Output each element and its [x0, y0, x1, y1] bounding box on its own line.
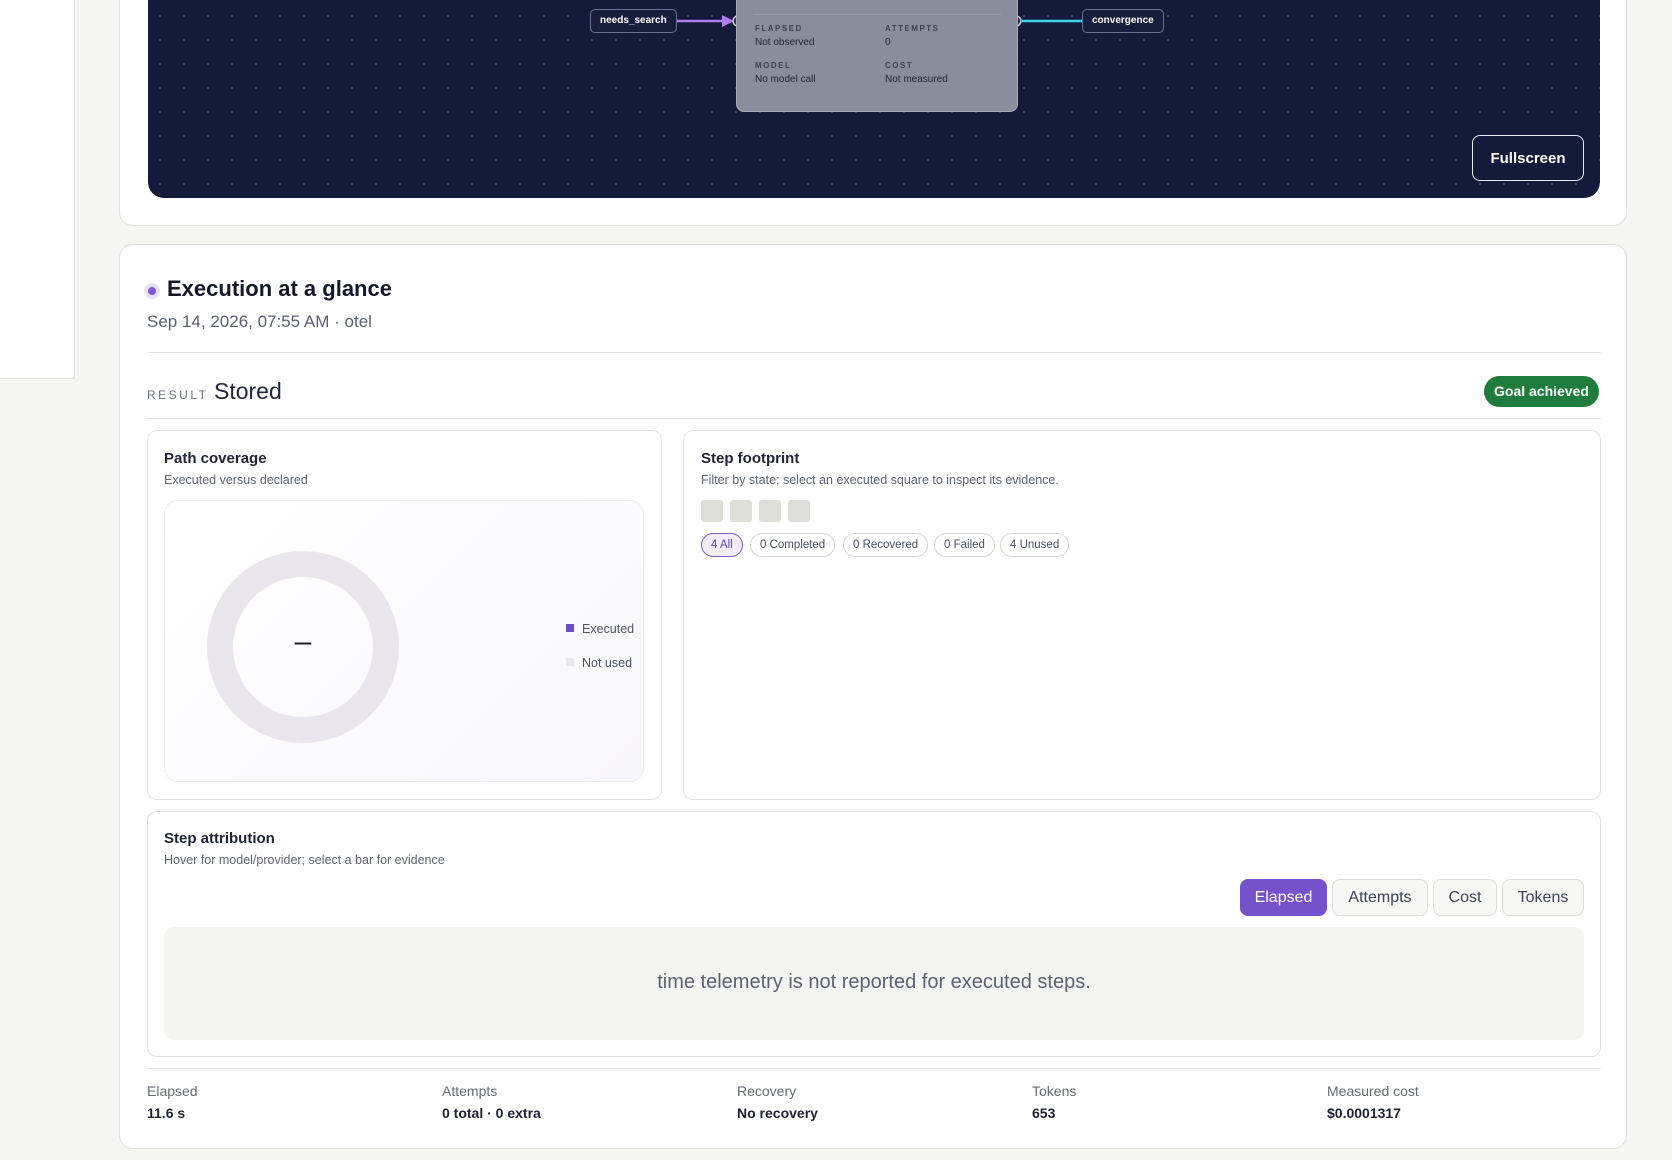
- step-square[interactable]: [788, 500, 810, 522]
- metric-value: Not measured: [885, 74, 948, 85]
- metric-label: COST: [885, 61, 914, 70]
- graph-canvas[interactable]: needs_search convergence FLAPSED Not obs…: [148, 0, 1600, 198]
- edge-arrowhead: [722, 15, 734, 27]
- stat-label: Measured cost: [1327, 1083, 1419, 1099]
- metric-value: Not observed: [755, 37, 815, 48]
- selected-node-card[interactable]: FLAPSED Not observed ATTEMPTS 0 MODEL No…: [736, 0, 1018, 112]
- node-card-divider: [753, 14, 1001, 15]
- legend-swatch: [566, 658, 574, 666]
- stat-tokens: Tokens 653: [1032, 1083, 1076, 1121]
- donut-chart: [207, 551, 399, 743]
- metric-label: FLAPSED: [755, 24, 803, 33]
- path-coverage-subtitle: Executed versus declared: [164, 473, 308, 487]
- divider: [147, 418, 1601, 419]
- result-value: Stored: [214, 378, 282, 404]
- metric-label: ATTEMPTS: [885, 24, 940, 33]
- divider: [147, 1068, 1601, 1069]
- step-square[interactable]: [701, 500, 723, 522]
- tab-cost[interactable]: Cost: [1433, 879, 1497, 916]
- divider: [147, 352, 1601, 353]
- stat-label: Recovery: [737, 1083, 797, 1099]
- status-badge: Goal achieved: [1484, 376, 1599, 407]
- tab-attempts[interactable]: Attempts: [1332, 879, 1428, 916]
- step-square[interactable]: [730, 500, 752, 522]
- stat-elapsed: Elapsed 11.6 s: [147, 1083, 198, 1121]
- step-footprint-title: Step footprint: [701, 450, 800, 467]
- page-title: Execution at a glance: [167, 276, 392, 301]
- stat-label: Attempts: [442, 1083, 498, 1099]
- legend-executed: Executed: [566, 622, 634, 636]
- node-convergence[interactable]: convergence: [1082, 9, 1164, 33]
- stat-label: Elapsed: [147, 1083, 198, 1099]
- step-attribution-subtitle: Hover for model/provider; select a bar f…: [164, 853, 445, 867]
- legend-swatch: [566, 624, 574, 632]
- node-metric-cost: COST Not measured: [885, 61, 948, 85]
- stat-measured-cost: Measured cost $0.0001317: [1327, 1083, 1419, 1121]
- donut-chart-area: – Executed Not used: [164, 500, 644, 782]
- stat-value: 653: [1032, 1105, 1056, 1121]
- step-footprint-subtitle: Filter by state; select an executed squa…: [701, 473, 1059, 487]
- legend-not-used: Not used: [566, 656, 632, 670]
- node-metric-attempts: ATTEMPTS 0: [885, 24, 940, 48]
- node-metric-elapsed: FLAPSED Not observed: [755, 24, 814, 48]
- step-attribution-title: Step attribution: [164, 830, 275, 847]
- execution-timestamp: Sep 14, 2026, 07:55 AM · otel: [147, 312, 372, 331]
- fullscreen-button[interactable]: Fullscreen: [1472, 135, 1584, 181]
- left-sidebar: [0, 0, 75, 379]
- stat-recovery: Recovery No recovery: [737, 1083, 818, 1121]
- filter-chip-recovered[interactable]: 0 Recovered: [843, 533, 929, 557]
- stat-value: 0 total · 0 extra: [442, 1105, 541, 1121]
- metric-label: MODEL: [755, 61, 792, 70]
- stat-value: No recovery: [737, 1105, 818, 1121]
- stat-value: 11.6 s: [147, 1105, 186, 1121]
- donut-center-value: –: [294, 625, 312, 658]
- stat-attempts: Attempts 0 total · 0 extra: [442, 1083, 541, 1121]
- empty-state-message: time telemetry is not reported for execu…: [657, 971, 1091, 993]
- tab-elapsed[interactable]: Elapsed: [1240, 879, 1327, 916]
- metric-value: No model call: [755, 74, 816, 85]
- stat-label: Tokens: [1032, 1083, 1077, 1099]
- metric-value: 0: [885, 37, 891, 48]
- stat-value: $0.0001317: [1327, 1105, 1401, 1121]
- result-label: RESULT: [147, 388, 209, 402]
- filter-chip-unused[interactable]: 4 Unused: [1000, 533, 1070, 557]
- empty-state: time telemetry is not reported for execu…: [164, 927, 1584, 1040]
- path-coverage-title: Path coverage: [164, 450, 267, 467]
- legend-label: Not used: [582, 656, 633, 670]
- filter-chip-completed[interactable]: 0 Completed: [750, 533, 836, 557]
- filter-chip-failed[interactable]: 0 Failed: [934, 533, 995, 557]
- legend-label: Executed: [582, 622, 635, 636]
- status-dot-icon: [144, 283, 160, 299]
- tab-tokens[interactable]: Tokens: [1502, 879, 1584, 916]
- filter-chip-all[interactable]: 4 All: [701, 533, 743, 557]
- step-square[interactable]: [759, 500, 781, 522]
- node-metric-model: MODEL No model call: [755, 61, 816, 85]
- node-needs-search[interactable]: needs_search: [590, 9, 677, 33]
